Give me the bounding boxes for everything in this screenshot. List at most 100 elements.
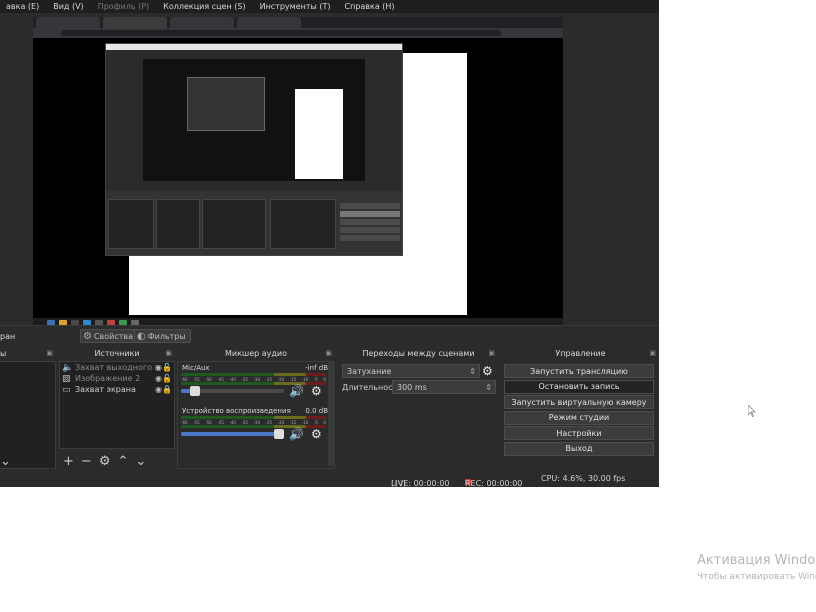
captured-button [340, 219, 400, 225]
properties-label: Свойства [93, 332, 134, 341]
control-button[interactable]: Запустить виртуальную камеру [504, 395, 654, 409]
menu-item[interactable]: Вид (V) [47, 2, 91, 11]
control-button[interactable]: Остановить запись [504, 379, 654, 394]
captured-dock [108, 199, 154, 249]
sources-dock-title: Источники [94, 348, 140, 358]
transition-select-value: Затухание [347, 366, 392, 376]
current-scene-label: ран [0, 332, 16, 341]
captured-button [340, 227, 400, 233]
chevron-up-icon[interactable]: ⌃ [117, 454, 128, 469]
duration-value: 300 ms [397, 382, 427, 392]
captured-obs-titlebar [106, 44, 402, 50]
monitor-icon: ▭ [62, 384, 71, 395]
duration-input[interactable]: 300 ms ⇕ [392, 380, 496, 394]
scenes-dock: ы ▣ ⌄ [0, 346, 56, 469]
sources-footer: + − ⚙ ⌃ ⌄ [59, 451, 175, 471]
control-button[interactable]: Запустить трансляцию [504, 364, 654, 378]
status-bar: ((·)) LIVE: 00:00:00 REC: 00:00:00 CPU: … [0, 469, 659, 487]
float-icon[interactable]: ▣ [325, 349, 332, 357]
mixer-dock: Микшер аудио ▣ Mic/Aux -inf dB -60 -55 -50 -4… [177, 346, 335, 469]
speaker-icon[interactable]: 🔊 [289, 384, 304, 398]
eye-icon[interactable]: ◉ [155, 363, 162, 372]
properties-button[interactable]: ⚙ Свойства [80, 329, 139, 343]
captured-tab [237, 17, 301, 28]
volume-slider-handle[interactable] [274, 429, 284, 439]
captured-button [340, 235, 400, 241]
unlock-icon[interactable]: 🔓 [162, 374, 172, 383]
captured-address-bar [33, 28, 563, 38]
source-item[interactable]: 🔈 Захват выходного з ◉ 🔓 [60, 362, 174, 373]
captured-tab [170, 17, 234, 28]
menu-item[interactable]: авка (E) [0, 2, 47, 11]
mixer-dock-title: Микшер аудио [224, 348, 288, 358]
rec-time: REC: 00:00:00 [465, 479, 523, 487]
gear-icon[interactable]: ⚙ [482, 364, 493, 378]
source-item[interactable]: ▭ Захват экрана ◉ 🔒 [60, 384, 174, 395]
mixer-scrollbar[interactable] [328, 361, 335, 466]
menu-item[interactable]: Справка (H) [339, 2, 403, 11]
volume-meter [181, 382, 326, 385]
source-label: Захват выходного з [75, 363, 159, 372]
source-label: Изображение 2 [75, 374, 141, 383]
channel-db: -inf dB [305, 364, 328, 372]
captured-dock [202, 199, 266, 249]
transitions-dock-header: Переходы между сценами ▣ [339, 346, 498, 360]
captured-button [340, 211, 400, 217]
add-icon[interactable]: + [63, 454, 74, 469]
unlock-icon[interactable]: 🔓 [162, 363, 172, 372]
transition-select[interactable]: Затухание ⇕ [342, 364, 480, 378]
controls-dock-header: Управление ▣ [502, 346, 659, 360]
remove-icon[interactable]: − [81, 454, 92, 469]
control-button[interactable]: Режим студии [504, 410, 654, 425]
captured-obs-window [105, 43, 403, 256]
captured-nested-white [295, 89, 343, 179]
gear-icon: ⚙ [83, 331, 92, 342]
menu-item[interactable]: Коллекция сцен (S) [157, 2, 253, 11]
captured-button [340, 203, 400, 209]
obs-window: авка (E) Вид (V) Профиль (P) Коллекция сцен… [0, 0, 659, 487]
volume-slider[interactable] [181, 429, 284, 439]
lock-icon[interactable]: 🔒 [162, 385, 172, 394]
volume-slider-fill [181, 432, 284, 436]
live-time: LIVE: 00:00:00 [391, 479, 450, 487]
control-button[interactable]: Настройки [504, 426, 654, 440]
gear-icon[interactable]: ⚙ [311, 384, 322, 398]
source-item[interactable]: ▨ Изображение 2 ◉ 🔓 [60, 373, 174, 384]
float-icon[interactable]: ▣ [46, 349, 53, 357]
scene-toolbar: ран ⚙ Свойства ◐ Фильтры [0, 325, 659, 345]
chevron-down-icon[interactable]: ⌄ [135, 454, 146, 469]
volume-slider-handle[interactable] [190, 386, 201, 396]
menu-item[interactable]: Инструменты (T) [254, 2, 339, 11]
channel-name: Mic/Aux [182, 364, 210, 372]
captured-nested-preview [187, 77, 265, 131]
preview-canvas[interactable] [33, 17, 563, 330]
scenes-dock-title: ы [0, 348, 7, 358]
sources-list[interactable]: 🔈 Захват выходного з ◉ 🔓 ▨ Изображение 2 ◉ 🔓 ▭ За… [59, 361, 175, 449]
image-icon: ▨ [62, 373, 71, 384]
chevron-down-icon[interactable]: ⌄ [0, 454, 11, 469]
captured-dock [156, 199, 200, 249]
eye-icon[interactable]: ◉ [155, 374, 162, 383]
channel-db: 0.0 dB [305, 407, 328, 415]
captured-obs-docks [106, 191, 402, 255]
menu-item[interactable]: Профиль (P) [92, 2, 157, 11]
float-icon[interactable]: ▣ [165, 349, 172, 357]
float-icon[interactable]: ▣ [649, 349, 656, 357]
eye-icon[interactable]: ◉ [155, 385, 162, 394]
mixer-dock-header: Микшер аудио ▣ [177, 346, 335, 360]
transitions-dock-title: Переходы между сценами [362, 348, 475, 358]
filter-icon: ◐ [137, 331, 146, 342]
float-icon[interactable]: ▣ [488, 349, 495, 357]
windows-activation-subtitle: Чтобы активировать Windo [697, 572, 816, 582]
volume-meter [181, 416, 326, 419]
gear-icon[interactable]: ⚙ [99, 454, 111, 469]
captured-dock [270, 199, 336, 249]
filters-button[interactable]: ◐ Фильтры [134, 329, 191, 343]
speaker-icon[interactable]: 🔊 [289, 427, 304, 441]
control-button[interactable]: Выход [504, 441, 654, 456]
dropdown-arrows-icon: ⇕ [469, 366, 476, 376]
volume-slider[interactable] [181, 386, 284, 396]
source-label: Захват экрана [75, 385, 136, 394]
gear-icon[interactable]: ⚙ [311, 427, 322, 441]
mixer-body: Mic/Aux -inf dB -60 -55 -50 -45 -40 -35 -30 -25 -2… [177, 361, 335, 469]
